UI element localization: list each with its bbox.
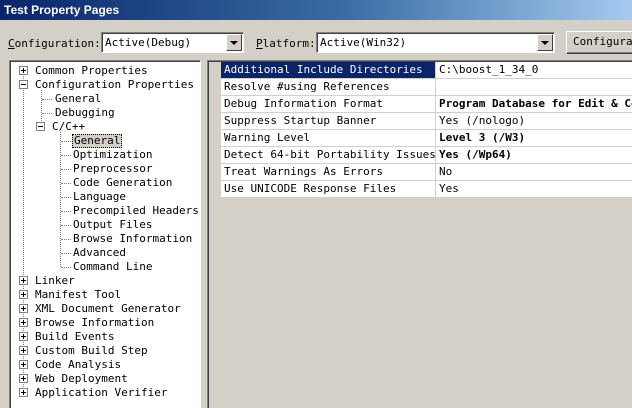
- tree-item-label: Debugging: [55, 106, 115, 119]
- property-row[interactable]: Treat Warnings As Errors No: [221, 164, 632, 181]
- tree-guide-line: [61, 141, 71, 142]
- tree-guide-line: [61, 253, 71, 254]
- property-name: Debug Information Format: [221, 96, 436, 112]
- property-value[interactable]: Program Database for Edit & Continue (/Z…: [437, 96, 632, 112]
- property-name: Use UNICODE Response Files: [221, 181, 436, 197]
- property-row[interactable]: Use UNICODE Response Files Yes: [221, 181, 632, 198]
- property-row[interactable]: Debug Information Format Program Database…: [221, 96, 632, 113]
- property-row[interactable]: Suppress Startup Banner Yes (/nologo): [221, 113, 632, 130]
- property-row[interactable]: Resolve #using References: [221, 79, 632, 96]
- property-name: Resolve #using References: [221, 79, 436, 95]
- property-value[interactable]: Yes (/Wp64): [437, 147, 512, 163]
- tree-guide-line: [61, 183, 71, 184]
- configuration-dropdown[interactable]: Active(Debug): [101, 32, 244, 53]
- tree-guide-line: [61, 239, 71, 240]
- tree-item-label: Language: [73, 190, 126, 203]
- property-name: Treat Warnings As Errors: [221, 164, 436, 180]
- chevron-down-icon[interactable]: [537, 34, 553, 51]
- tree-item-label: Build Events: [35, 330, 115, 343]
- property-value[interactable]: Yes: [437, 181, 459, 197]
- property-name: Warning Level: [221, 130, 436, 146]
- expand-plus-icon[interactable]: [19, 360, 28, 369]
- tree-item-label: Code Analysis: [35, 358, 122, 371]
- expand-plus-icon[interactable]: [19, 304, 28, 313]
- property-tree: Common Properties Configuration Propertie…: [9, 60, 201, 408]
- tree-guide-line: [61, 155, 71, 156]
- chevron-down-icon[interactable]: [226, 34, 242, 51]
- collapse-minus-icon[interactable]: [19, 80, 28, 89]
- property-grid: Additional Include Directories C:\boost_1…: [207, 60, 632, 408]
- expand-plus-icon[interactable]: [19, 332, 28, 341]
- configuration-value: Active(Debug): [105, 36, 192, 49]
- tree-item-label: Web Deployment: [35, 372, 128, 385]
- toolbar: Configuration: Active(Debug) Platform: A…: [0, 20, 632, 62]
- tree-item-label: Output Files: [73, 218, 153, 231]
- tree-guide-line: [61, 169, 71, 170]
- property-row[interactable]: Detect 64-bit Portability Issues Yes (/Wp…: [221, 147, 632, 164]
- configuration-manager-button[interactable]: Configuration Manager...: [566, 31, 632, 54]
- tree-item-label: Application Verifier: [35, 386, 168, 399]
- property-value[interactable]: Level 3 (/W3): [437, 130, 525, 146]
- tree-item-label: Browse Information: [73, 232, 193, 245]
- tree-item-label: C/C++: [52, 120, 86, 133]
- tree-guide-line: [42, 113, 52, 114]
- tree-item-label: Manifest Tool: [35, 288, 122, 301]
- expand-plus-icon[interactable]: [19, 290, 28, 299]
- tree-guide-line: [61, 267, 71, 268]
- tree-guide-line: [23, 71, 24, 393]
- expand-plus-icon[interactable]: [19, 374, 28, 383]
- tree-guide-line: [42, 99, 52, 100]
- property-value[interactable]: Yes (/nologo): [437, 113, 525, 129]
- expand-plus-icon[interactable]: [19, 346, 28, 355]
- tree-item-label: General: [72, 134, 123, 148]
- tree-item-label: General: [55, 92, 102, 105]
- property-value[interactable]: [437, 79, 439, 95]
- collapse-minus-icon[interactable]: [36, 122, 45, 131]
- expand-plus-icon[interactable]: [19, 318, 28, 327]
- property-name: Suppress Startup Banner: [221, 113, 436, 129]
- tree-item-label: Command Line: [73, 260, 153, 273]
- platform-label: Platform:: [256, 37, 316, 50]
- property-row[interactable]: Additional Include Directories C:\boost_1…: [221, 62, 632, 79]
- tree-item-label: Browse Information: [35, 316, 155, 329]
- tree-item-label: Linker: [35, 274, 75, 287]
- tree-item-label: Configuration Properties: [35, 78, 194, 91]
- property-name: Additional Include Directories: [221, 62, 436, 78]
- grid-gutter: [209, 62, 221, 408]
- expand-plus-icon[interactable]: [19, 66, 28, 75]
- tree-item-label: Optimization: [73, 148, 153, 161]
- tree-item-label: Custom Build Step: [35, 344, 148, 357]
- property-value[interactable]: C:\boost_1_34_0: [437, 62, 538, 78]
- property-row[interactable]: Warning Level Level 3 (/W3): [221, 130, 632, 147]
- tree-guide-line: [60, 132, 61, 267]
- tree-item-label: Advanced: [73, 246, 126, 259]
- expand-plus-icon[interactable]: [19, 388, 28, 397]
- window-title: Test Property Pages: [0, 0, 632, 20]
- tree-item-label: Preprocessor: [73, 162, 153, 175]
- tree-item-label: Common Properties: [35, 64, 148, 77]
- platform-value: Active(Win32): [320, 36, 407, 49]
- expand-plus-icon[interactable]: [19, 276, 28, 285]
- property-value[interactable]: No: [437, 164, 452, 180]
- tree-item-label: Code Generation: [73, 176, 173, 189]
- configuration-label: Configuration:: [8, 37, 101, 50]
- tree-guide-line: [61, 211, 71, 212]
- platform-dropdown[interactable]: Active(Win32): [316, 32, 555, 53]
- tree-item-label: Precompiled Headers: [73, 204, 199, 217]
- tree-item-label: XML Document Generator: [35, 302, 181, 315]
- tree-guide-line: [61, 197, 71, 198]
- property-name: Detect 64-bit Portability Issues: [221, 147, 436, 163]
- tree-guide-line: [61, 225, 71, 226]
